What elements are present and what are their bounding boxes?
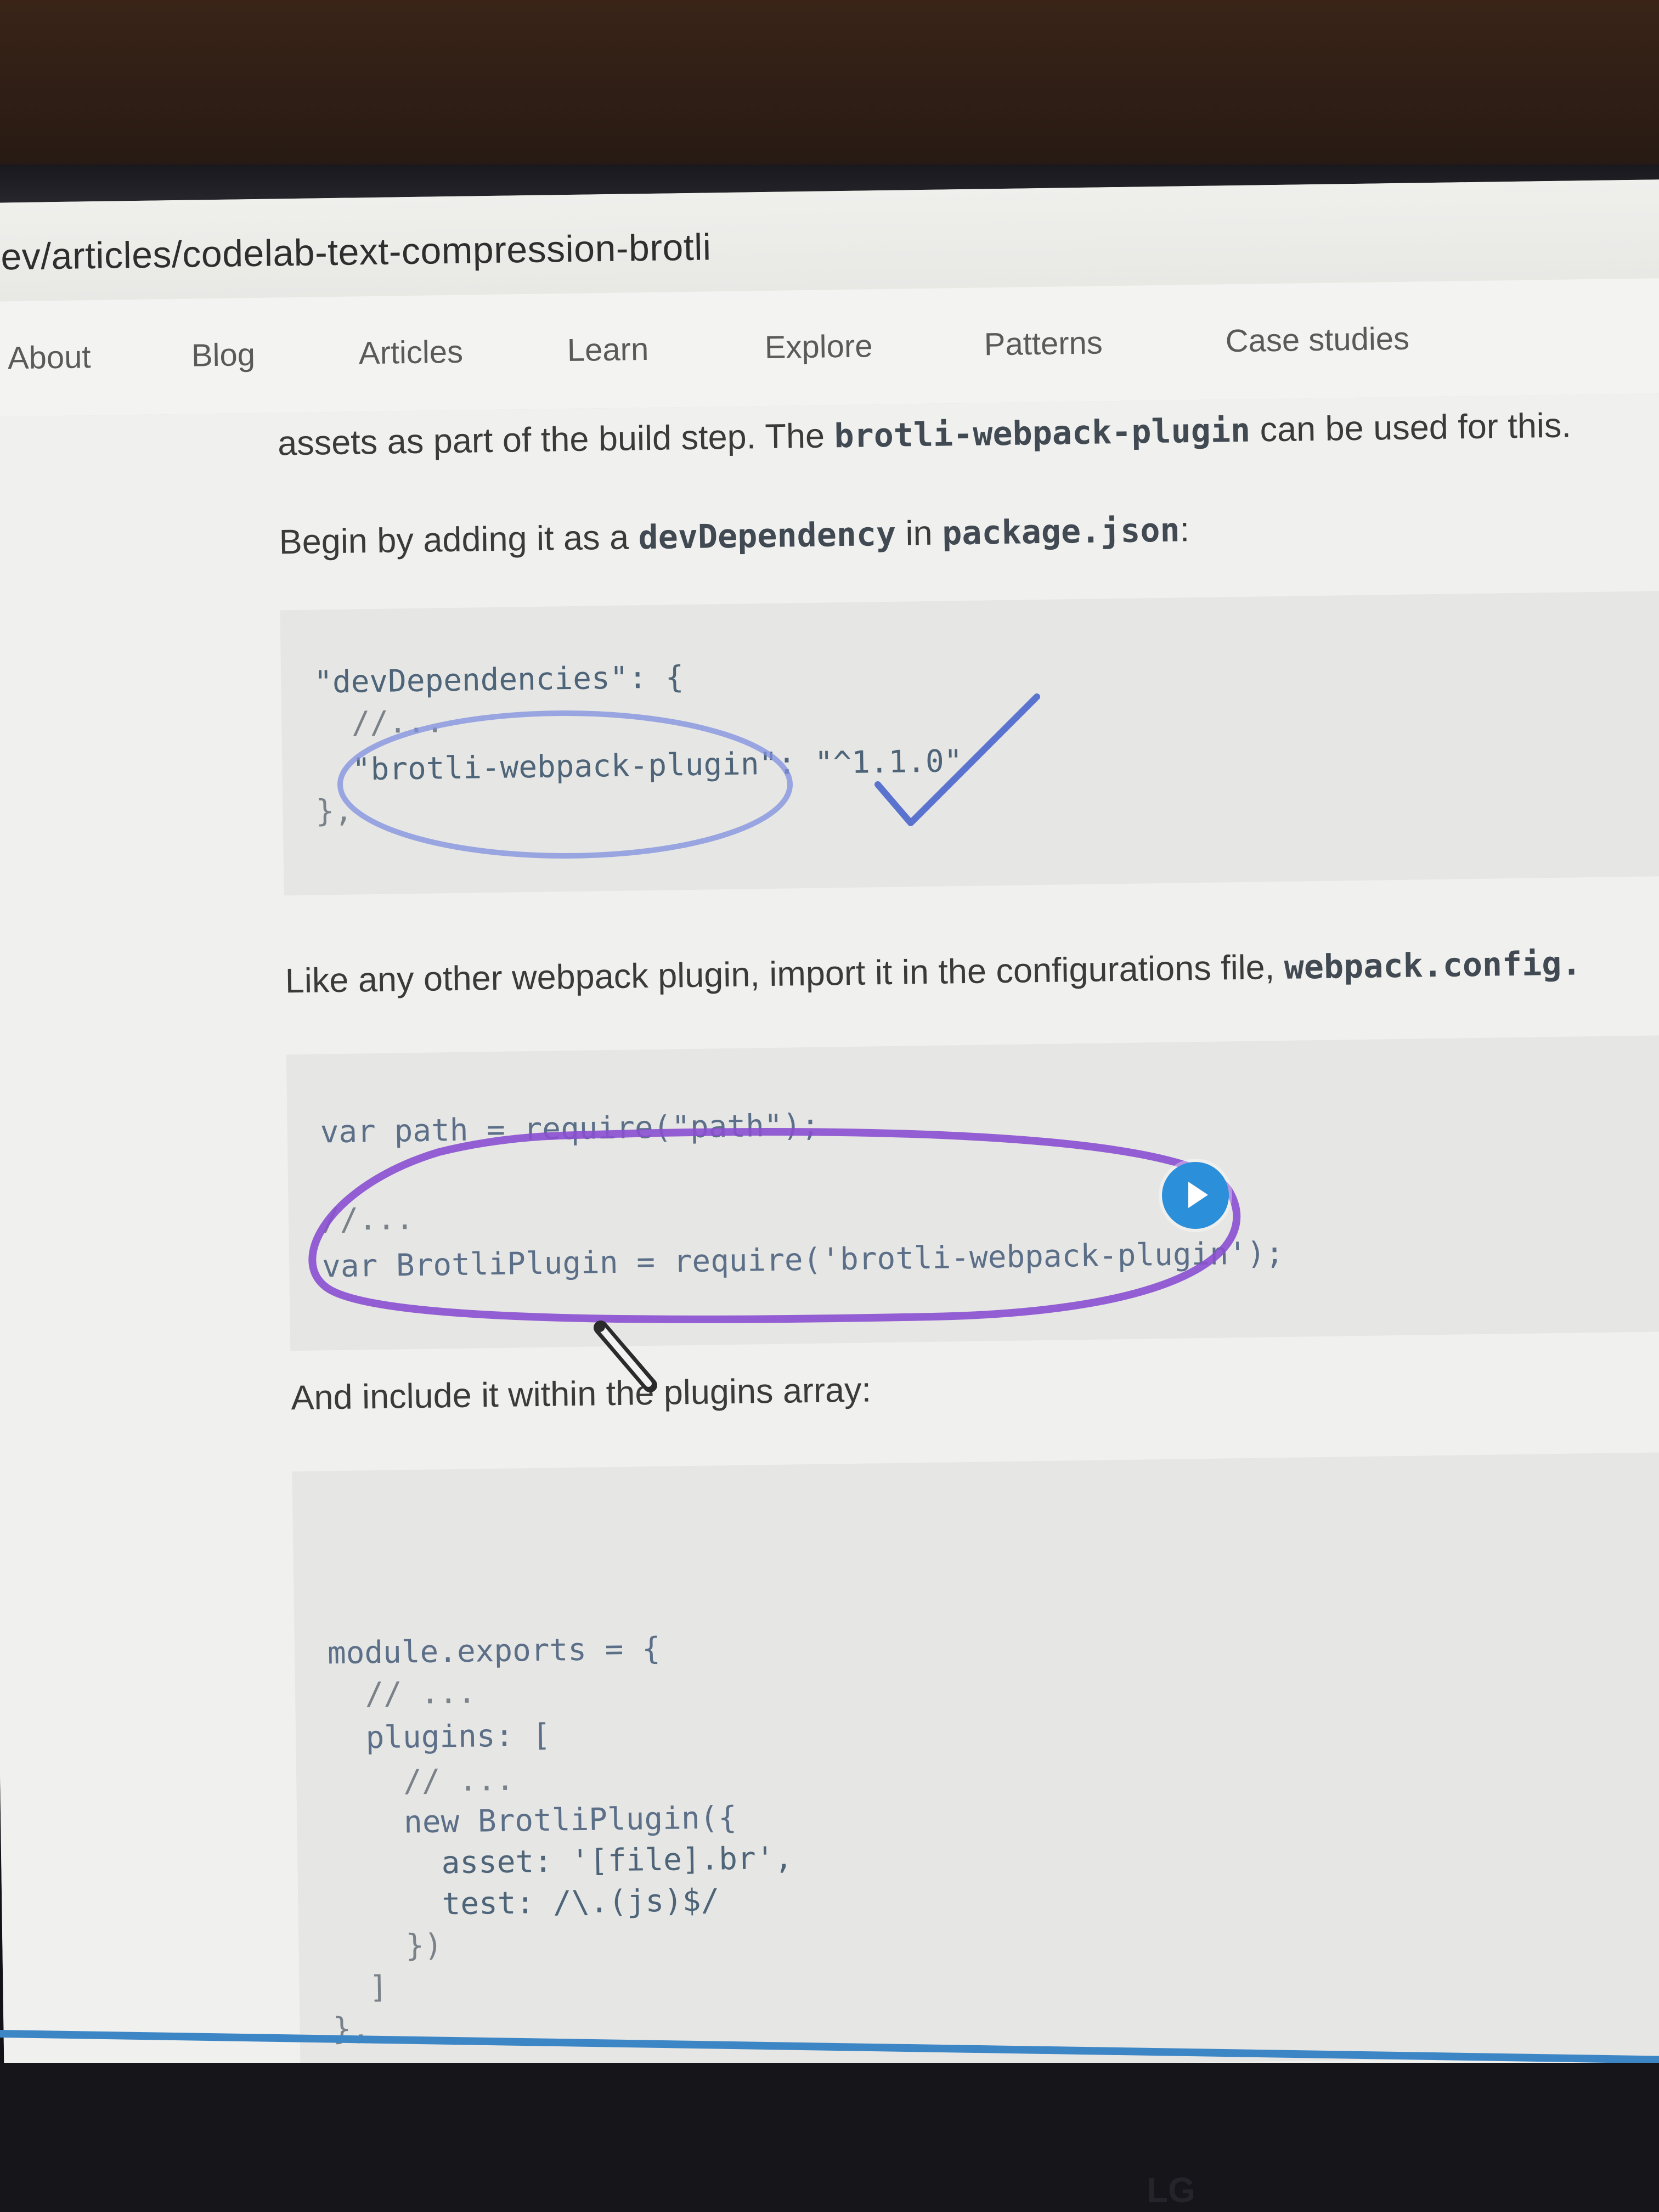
para3-code: webpack.config.: [1284, 944, 1582, 987]
code3-line4: // ...: [329, 1762, 515, 1801]
para2-text: Begin by adding it as a: [279, 518, 639, 562]
article-content: assets as part of the build step. The br…: [0, 393, 1659, 2090]
code3-line3: plugins: [: [328, 1717, 551, 1757]
browser-screen: ev/articles/codelab-text-compression-bro…: [0, 179, 1659, 2090]
code1-line3: "brotli-webpack-plugin": "^1.1.0": [315, 743, 963, 788]
nav-articles[interactable]: Articles: [358, 334, 463, 372]
code3-line9: ]: [332, 1969, 388, 2006]
monitor-bottom-bezel: [0, 2063, 1659, 2212]
code2-line1: var path = require("path");: [320, 1107, 820, 1150]
para4-text: And include it within the plugins array:: [290, 1370, 872, 1418]
photo-of-monitor: ev/articles/codelab-text-compression-bro…: [0, 0, 1659, 2212]
para1-text: assets as part of the build step. The: [277, 416, 835, 463]
para1-tail: can be used for this.: [1250, 406, 1572, 449]
code3-line2: // ...: [328, 1674, 477, 1713]
nav-about[interactable]: About: [7, 338, 91, 376]
paragraph-build-step: assets as part of the build step. The br…: [278, 405, 1572, 463]
nav-case-studies[interactable]: Case studies: [1225, 320, 1409, 360]
paragraph-plugins-array: And include it within the plugins array:: [291, 1370, 871, 1418]
code-block-webpack-config: var path = require("path"); //... var Br…: [286, 1034, 1659, 1351]
url-text[interactable]: ev/articles/codelab-text-compression-bro…: [1, 225, 712, 278]
para3-text: Like any other webpack plugin, import it…: [285, 947, 1285, 1001]
code1-line2: //...: [314, 704, 444, 742]
code3-line1: module.exports = {: [327, 1630, 661, 1672]
paragraph-import: Like any other webpack plugin, import it…: [285, 943, 1582, 1001]
code-block-package-json: "devDependencies": { //... "brotli-webpa…: [280, 589, 1659, 896]
code1-line1: "devDependencies": {: [313, 659, 684, 701]
nav-explore[interactable]: Explore: [764, 328, 873, 366]
nav-learn[interactable]: Learn: [567, 331, 648, 369]
nav-patterns[interactable]: Patterns: [984, 324, 1103, 363]
para1-code: brotli-webpack-plugin: [834, 411, 1251, 456]
brand-logo: LG: [1147, 2170, 1195, 2210]
paragraph-dev-dependency: Begin by adding it as a devDependency in…: [279, 510, 1189, 562]
code2-line3: var BrotliPlugin = require('brotli-webpa…: [321, 1235, 1284, 1285]
para2-code-devdependency: devDependency: [638, 515, 896, 557]
code3-line8: }): [331, 1927, 443, 1965]
code-block-module-exports: module.exports = { // ... plugins: [ // …: [292, 1451, 1659, 2075]
code2-line2: //...: [321, 1201, 414, 1238]
play-icon[interactable]: [1162, 1162, 1229, 1229]
code3-line7: test: /\.(js)$/: [330, 1882, 720, 1924]
code1-line4: },: [315, 793, 353, 830]
code3-line5: new BrotliPlugin({: [329, 1799, 737, 1842]
para2-mid: in: [895, 514, 943, 553]
para2-tail: :: [1180, 510, 1190, 549]
code3-line6: asset: '[file].br',: [330, 1840, 793, 1883]
nav-blog[interactable]: Blog: [191, 336, 255, 374]
para2-code-package-json: package.json: [941, 511, 1181, 553]
